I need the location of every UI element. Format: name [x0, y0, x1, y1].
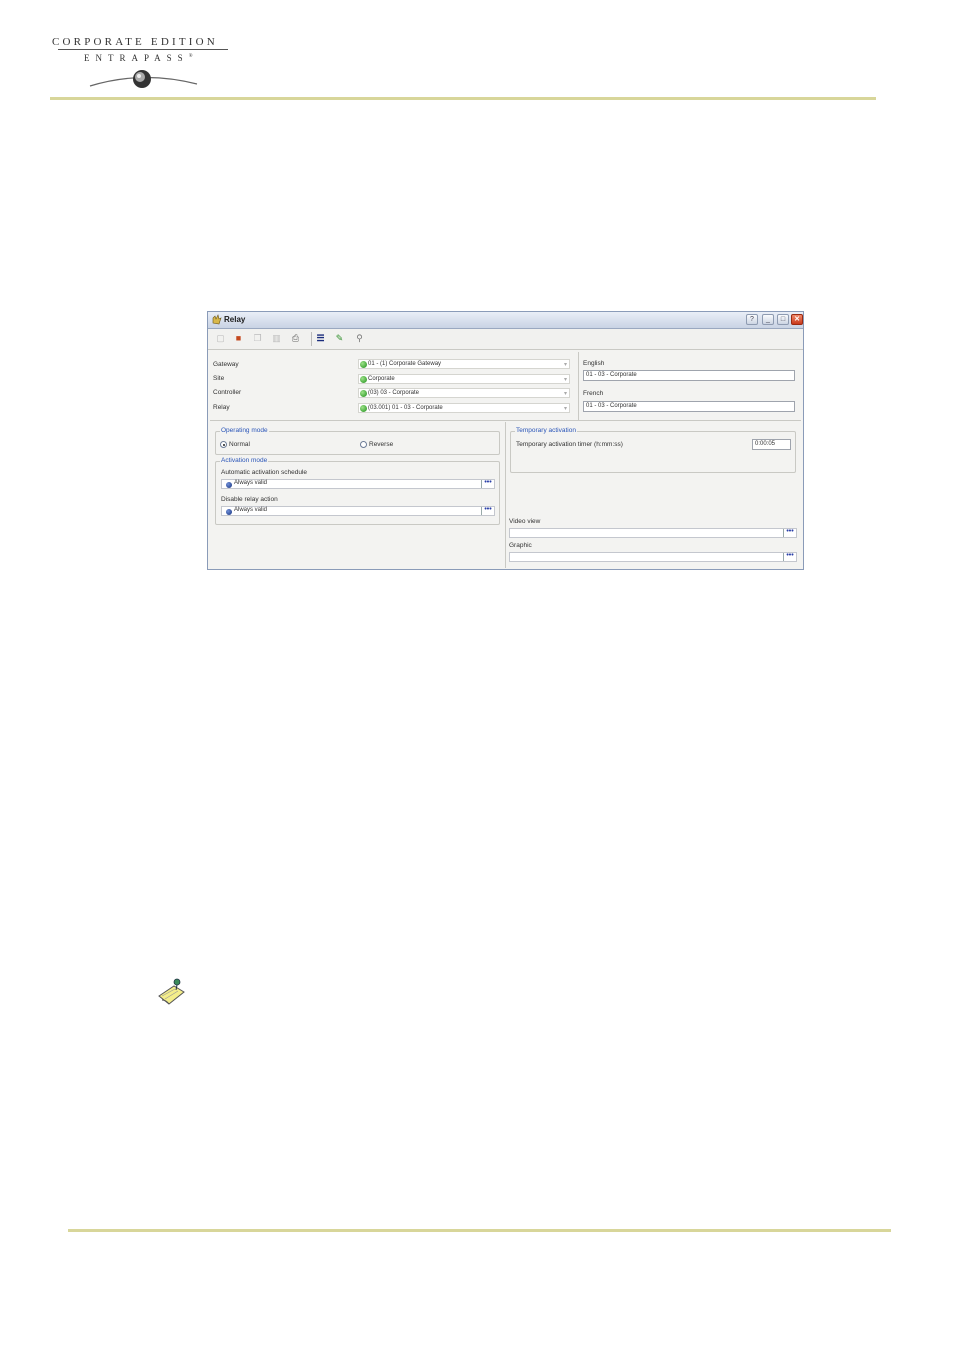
schedule-icon	[226, 482, 232, 488]
relay-value: (03.001) 01 - 03 - Corporate	[368, 405, 443, 411]
activation-mode-group: Activation mode Automatic activation sch…	[215, 457, 500, 525]
english-label: English	[583, 360, 605, 367]
site-label: Site	[213, 375, 225, 382]
graphic-select[interactable]: •••	[509, 552, 797, 562]
normal-label: Normal	[229, 441, 250, 448]
french-name-input[interactable]: 01 - 03 - Corporate	[583, 401, 795, 412]
reverse-radio[interactable]	[360, 441, 367, 448]
footer-rule	[68, 1229, 891, 1232]
maximize-button[interactable]: □	[777, 314, 789, 325]
auto-schedule-label: Automatic activation schedule	[221, 469, 307, 476]
auto-schedule-select[interactable]: Always valid •••	[221, 479, 495, 489]
operating-mode-title: Operating mode	[220, 427, 269, 434]
temporary-activation-group: Temporary activation Temporary activatio…	[510, 427, 796, 473]
save-icon[interactable]: ■	[233, 333, 244, 344]
graphic-label: Graphic	[509, 542, 532, 549]
browse-button[interactable]: •••	[783, 552, 796, 561]
relay-hand-icon	[212, 314, 222, 325]
relay-combo[interactable]: (03.001) 01 - 03 - Corporate ▾	[358, 403, 570, 413]
new-icon[interactable]: ▢	[215, 333, 226, 344]
minimize-button[interactable]: _	[762, 314, 774, 325]
delete-icon[interactable]: ▥	[271, 333, 282, 344]
auto-schedule-value: Always valid	[234, 480, 268, 486]
reverse-label: Reverse	[369, 441, 394, 448]
activation-mode-title: Activation mode	[220, 457, 269, 464]
normal-radio[interactable]	[220, 441, 227, 448]
disable-relay-label: Disable relay action	[221, 496, 278, 503]
list-icon[interactable]: ☰	[315, 333, 326, 344]
logo-rule	[58, 49, 228, 50]
header-rule	[50, 97, 876, 100]
brand-line1: CORPORATE EDITION	[52, 36, 218, 48]
operating-mode-group: Operating mode Normal Reverse	[215, 427, 500, 455]
help-button[interactable]: ?	[746, 314, 758, 325]
window-title: Relay	[224, 315, 246, 324]
title-bar: Relay ? _ □ ✕	[208, 312, 803, 329]
status-ok-icon	[360, 361, 367, 368]
gateway-combo[interactable]: 01 - (1) Corporate Gateway ▾	[358, 359, 570, 369]
relay-label: Relay	[213, 404, 230, 411]
divider	[505, 422, 506, 568]
video-view-label: Video view	[509, 518, 541, 525]
video-view-select[interactable]: •••	[509, 528, 797, 538]
timer-label: Temporary activation timer (h:mm:ss)	[516, 441, 623, 448]
controller-value: (03) 03 - Corporate	[368, 390, 420, 396]
relay-window: Relay ? _ □ ✕ ▢ ■ ❐ ▥ ⎙ ☰ ✎ ⚲ Gateway 01…	[207, 311, 804, 570]
divider	[210, 420, 801, 421]
disable-relay-value: Always valid	[234, 507, 268, 513]
controller-label: Controller	[213, 389, 242, 396]
site-combo[interactable]: Corporate ▾	[358, 374, 570, 384]
status-ok-icon	[360, 376, 367, 383]
toolbar-separator	[311, 332, 312, 346]
copy-icon[interactable]: ❐	[252, 333, 263, 344]
logo-swoosh-icon	[89, 70, 198, 88]
find-icon[interactable]: ⚲	[354, 333, 365, 344]
link-icon[interactable]: ✎	[334, 333, 345, 344]
browse-button[interactable]: •••	[481, 506, 494, 515]
english-name-input[interactable]: 01 - 03 - Corporate	[583, 370, 795, 381]
temporary-activation-title: Temporary activation	[515, 427, 577, 434]
french-label: French	[583, 390, 604, 397]
browse-button[interactable]: •••	[783, 528, 796, 537]
note-pad-icon	[158, 978, 185, 1005]
schedule-icon	[226, 509, 232, 515]
site-value: Corporate	[368, 376, 395, 382]
gateway-label: Gateway	[213, 361, 239, 368]
print-icon[interactable]: ⎙	[290, 333, 301, 344]
status-ok-icon	[360, 405, 367, 412]
close-button[interactable]: ✕	[791, 314, 803, 325]
chevron-down-icon: ▾	[563, 406, 567, 412]
disable-relay-select[interactable]: Always valid •••	[221, 506, 495, 516]
gateway-value: 01 - (1) Corporate Gateway	[368, 361, 442, 367]
chevron-down-icon: ▾	[563, 362, 567, 368]
chevron-down-icon: ▾	[563, 377, 567, 383]
controller-combo[interactable]: (03) 03 - Corporate ▾	[358, 388, 570, 398]
timer-input[interactable]: 0:00:05	[752, 439, 791, 450]
chevron-down-icon: ▾	[563, 391, 567, 397]
status-ok-icon	[360, 390, 367, 397]
brand-logo: CORPORATE EDITION ENTRAPASS®	[52, 34, 232, 94]
toolbar: ▢ ■ ❐ ▥ ⎙ ☰ ✎ ⚲	[208, 329, 803, 350]
divider	[578, 352, 579, 420]
browse-button[interactable]: •••	[481, 479, 494, 488]
